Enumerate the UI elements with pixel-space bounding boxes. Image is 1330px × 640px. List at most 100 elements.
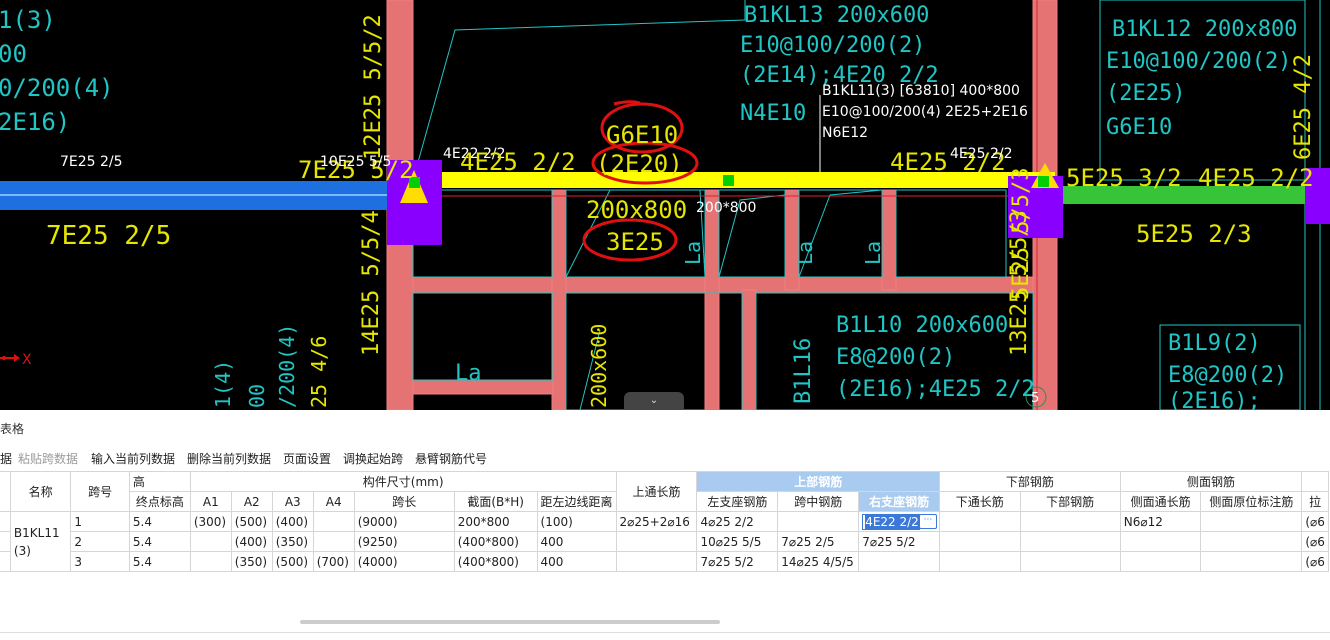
cad-canvas[interactable]: 1(3) 00 0/200(4) 2E16) 7E25 2/5 7E25 2/5… — [0, 0, 1330, 410]
cell-bottom[interactable] — [1019, 531, 1121, 552]
cell-a3[interactable]: (350) — [271, 531, 314, 552]
col-header-section: 截面(B*H) — [453, 491, 538, 512]
beam-h2 — [412, 379, 554, 395]
cell-side-orig[interactable] — [1200, 551, 1303, 572]
cell-bottom-through[interactable] — [938, 531, 1021, 552]
cell-a4[interactable] — [312, 531, 355, 552]
cell-left-support[interactable]: 10⌀25 5/5 — [696, 531, 779, 552]
cell-right-support[interactable] — [858, 551, 940, 572]
cell-mid-span[interactable]: 7⌀25 2/5 — [777, 531, 860, 552]
cell-section[interactable]: (400*800) — [453, 551, 538, 572]
cad-text: 3E25 — [606, 228, 664, 256]
col-header-a3: A3 — [271, 491, 314, 512]
toolbar-item[interactable]: 据 — [0, 450, 12, 467]
swap-start-span-button[interactable]: 调换起始跨 — [343, 450, 403, 467]
cell-edit-input[interactable]: 4E22 2/2 — [862, 513, 921, 530]
cell-name[interactable]: B1KL11(3) — [9, 511, 72, 572]
cad-text: 200x600 — [587, 324, 611, 408]
toolbar: 据 粘贴跨数据 输入当前列数据 删除当前列数据 页面设置 调换起始跨 悬臂钢筋代… — [0, 448, 1330, 470]
ellipsis-button[interactable]: ··· — [918, 514, 937, 529]
cad-text: B1KL11(3) [63810] 400*800 — [822, 83, 1020, 99]
cad-text: (2E16);4E25 2/2 — [836, 377, 1035, 402]
row-handle[interactable] — [0, 531, 11, 552]
page-setup-button[interactable]: 页面设置 — [283, 450, 331, 467]
cell-mid-span[interactable] — [777, 511, 860, 532]
table-row[interactable]: 3 5.4 (350) (500) (700) (4000) (400*800)… — [0, 551, 1329, 572]
cell-top-through[interactable]: 2⌀25+2⌀16 — [615, 511, 698, 532]
cell-a1[interactable]: (300) — [189, 511, 232, 532]
cell-mid-span[interactable]: 14⌀25 4/5/5 — [777, 551, 860, 572]
cad-text: B1L9(2) — [1168, 331, 1261, 356]
cell-a4[interactable]: (700) — [312, 551, 355, 572]
cell-section[interactable]: (400*800) — [453, 531, 538, 552]
cell-edge[interactable]: 400 — [536, 551, 617, 572]
cell-a3[interactable]: (500) — [271, 551, 314, 572]
cell-a3[interactable]: (400) — [271, 511, 314, 532]
cell-bottom-through[interactable] — [938, 511, 1021, 532]
cell-span-len[interactable]: (9000) — [353, 511, 455, 532]
cell-side-through[interactable] — [1119, 551, 1202, 572]
table-row[interactable]: 2 5.4 (400) (350) (9250) (400*800) 400 1… — [0, 531, 1329, 552]
delete-column-button[interactable]: 删除当前列数据 — [187, 450, 271, 467]
cad-text: B1KL13 200x600 — [744, 3, 929, 28]
cad-text: La — [681, 241, 705, 265]
cell-end-elev[interactable]: 5.4 — [128, 531, 191, 552]
cad-text: 14E25 5/5/4 — [359, 210, 384, 356]
cell-side-through[interactable] — [1119, 531, 1202, 552]
cell-a2[interactable]: (500) — [230, 511, 273, 532]
beam-v2 — [704, 189, 720, 410]
cell-bottom-through[interactable] — [938, 551, 1021, 572]
cell-left-support[interactable]: 7⌀25 5/2 — [696, 551, 779, 572]
cell-span-len[interactable]: (4000) — [353, 551, 455, 572]
cell-a4[interactable] — [312, 511, 355, 532]
cell-bottom[interactable] — [1019, 551, 1121, 572]
cad-text: 13E25 5/5/3 — [1007, 210, 1032, 356]
cell-side-orig[interactable] — [1200, 531, 1303, 552]
cell-tie[interactable]: (⌀6 — [1301, 531, 1329, 552]
col-header-side-through: 侧面通长筋 — [1119, 491, 1202, 512]
cell-side-orig[interactable] — [1200, 511, 1303, 532]
collapse-panel-button[interactable]: ⌄ — [624, 392, 684, 410]
row-handle[interactable] — [0, 511, 11, 532]
col-header-span-len: 跨长 — [353, 491, 455, 512]
col-header-side-orig: 侧面原位标注筋 — [1200, 491, 1303, 512]
cad-text: 5E25 2/3 — [1136, 220, 1252, 248]
cell-section[interactable]: 200*800 — [453, 511, 538, 532]
cell-top-through[interactable] — [615, 551, 698, 572]
cell-right-support[interactable]: 7⌀25 5/2 — [858, 531, 940, 552]
cell-right-support-editing[interactable]: 4E22 2/2 ··· — [858, 511, 940, 532]
cantilever-code-button[interactable]: 悬臂钢筋代号 — [415, 450, 487, 467]
cell-tie[interactable]: (⌀6 — [1301, 551, 1329, 572]
col-header-left-support: 左支座钢筋 — [696, 491, 779, 512]
cell-edge[interactable]: (100) — [536, 511, 617, 532]
cell-span[interactable]: 2 — [70, 531, 130, 552]
paste-span-button[interactable]: 粘贴跨数据 — [18, 450, 78, 467]
cell-bottom[interactable] — [1019, 511, 1121, 532]
cell-a1[interactable] — [189, 531, 232, 552]
cell-span-len[interactable]: (9250) — [353, 531, 455, 552]
horizontal-scrollbar[interactable] — [300, 620, 720, 624]
cell-span[interactable]: 3 — [70, 551, 130, 572]
cell-end-elev[interactable]: 5.4 — [128, 511, 191, 532]
cell-side-through[interactable]: N6⌀12 — [1119, 511, 1202, 532]
cad-text: 2E16) — [0, 108, 70, 136]
cad-text: La — [861, 241, 885, 265]
col-header-a2: A2 — [230, 491, 273, 512]
cell-left-support[interactable]: 4⌀25 2/2 — [696, 511, 779, 532]
cell-edge[interactable]: 400 — [536, 531, 617, 552]
col-header-span: 跨号 — [70, 471, 130, 512]
beam-v3 — [741, 289, 757, 410]
cell-top-through[interactable] — [615, 531, 698, 552]
cell-a1[interactable] — [189, 551, 232, 572]
cad-text: 200x800 — [586, 196, 687, 224]
cell-a2[interactable]: (400) — [230, 531, 273, 552]
row-handle[interactable] — [0, 551, 11, 572]
cell-tie[interactable]: (⌀6 — [1301, 511, 1329, 532]
cell-a2[interactable]: (350) — [230, 551, 273, 572]
cell-end-elev[interactable]: 5.4 — [128, 551, 191, 572]
cad-text: (2E20) — [596, 150, 683, 178]
cell-span[interactable]: 1 — [70, 511, 130, 532]
table-row[interactable]: B1KL11(3) 1 5.4 (300) (500) (400) (9000)… — [0, 511, 1329, 572]
input-column-button[interactable]: 输入当前列数据 — [91, 450, 175, 467]
row-handle-header — [0, 471, 11, 512]
